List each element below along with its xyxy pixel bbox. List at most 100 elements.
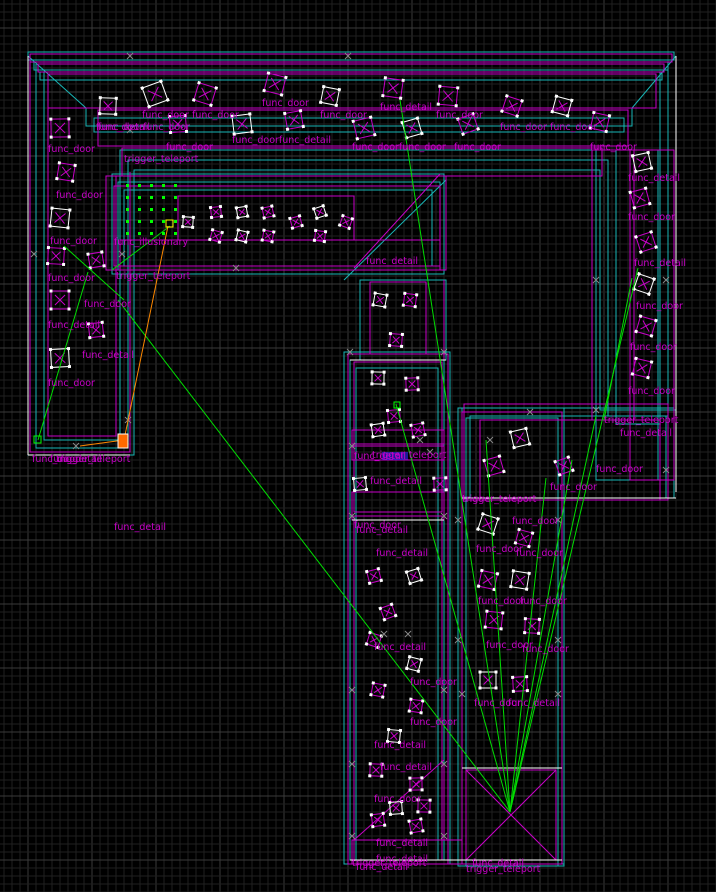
entity-label: func_door: [410, 717, 457, 728]
door-brush[interactable]: [260, 228, 276, 244]
entity-label: func_detail: [356, 525, 408, 536]
door-brush[interactable]: [407, 697, 425, 715]
teleport-dot: [126, 220, 129, 223]
entity-label: func_door: [50, 236, 97, 247]
entity-label: func_detail: [628, 173, 680, 184]
entity-label: func_door: [636, 301, 683, 312]
entity-label: func_door: [520, 596, 567, 607]
door-brush[interactable]: [208, 204, 224, 220]
entity-label: func_door: [192, 110, 239, 121]
entity-label: func_door: [320, 110, 367, 121]
entity-marker-orange: [117, 433, 129, 449]
teleport-dot: [162, 196, 165, 199]
map-canvas[interactable]: func_detail func_door func_door func_doo…: [0, 0, 716, 892]
entity-label: func_detail: [374, 642, 426, 653]
door-brush[interactable]: [369, 421, 387, 439]
entity-label: trigger_teleport: [604, 415, 679, 426]
door-brush[interactable]: [311, 203, 329, 221]
entity-label: func_door: [166, 142, 213, 153]
map-2d-viewport[interactable]: func_detail func_door func_door func_doo…: [0, 0, 716, 892]
door-brush[interactable]: [407, 817, 425, 835]
entity-label: func_door: [262, 98, 309, 109]
entity-label: func_door: [142, 110, 189, 121]
door-brush[interactable]: [46, 246, 66, 266]
entity-label: trigger_teleport: [372, 450, 447, 461]
door-brush[interactable]: [500, 94, 524, 118]
door-brush[interactable]: [378, 602, 398, 622]
entity-label: func_door: [84, 299, 131, 310]
door-brush[interactable]: [234, 228, 250, 244]
entity-label: func_detail: [380, 762, 432, 773]
door-brush[interactable]: [318, 84, 342, 108]
entity-label: func_door: [48, 378, 95, 389]
entity-label: func_door: [630, 342, 677, 353]
entity-label: func_detail: [370, 476, 422, 487]
entity-label: func_detail: [114, 522, 166, 533]
door-brush[interactable]: [351, 475, 369, 493]
door-brush[interactable]: [634, 314, 658, 338]
entity-label: func_door: [48, 144, 95, 155]
door-brush[interactable]: [508, 426, 532, 450]
teleport-dot: [162, 208, 165, 211]
teleport-dot: [162, 220, 165, 223]
entity-label: func_detail: [380, 102, 432, 113]
door-brush[interactable]: [628, 186, 652, 210]
entity-label: func_detail: [508, 698, 560, 709]
door-brush[interactable]: [404, 566, 424, 586]
door-brush[interactable]: [387, 331, 405, 349]
entity-label: func_door: [550, 122, 597, 133]
entity-label: func_door: [436, 110, 483, 121]
entity-label: func_door: [48, 273, 95, 284]
teleport-dot: [162, 184, 165, 187]
door-brush[interactable]: [478, 670, 498, 690]
door-brush[interactable]: [234, 204, 250, 220]
door-brush[interactable]: [369, 811, 387, 829]
door-brush[interactable]: [181, 215, 195, 229]
entity-label: func_door: [596, 464, 643, 475]
entity-label: func_door: [550, 482, 597, 493]
door-brush[interactable]: [370, 370, 386, 386]
entity-label: func_doorfunc_detail: [232, 135, 331, 146]
entity-label: func_door: [454, 142, 501, 153]
teleport-dot: [126, 184, 129, 187]
entity-label: func_door: [374, 794, 421, 805]
teleport-dot: [126, 232, 129, 235]
door-brush[interactable]: [86, 250, 106, 270]
teleport-dot: [126, 196, 129, 199]
teleport-dot: [126, 208, 129, 211]
entity-label: func_door: [628, 212, 675, 223]
door-brush[interactable]: [550, 94, 574, 118]
teleport-dot: [138, 232, 141, 235]
door-brush[interactable]: [207, 227, 225, 245]
door-brush[interactable]: [436, 84, 460, 108]
entity-label: func_detail: [82, 350, 134, 361]
entity-label: trigger_teleport: [56, 454, 131, 465]
teleport-dot: [150, 220, 153, 223]
entity-marker-green: [33, 435, 42, 444]
entity-label: func_detail: [634, 258, 686, 269]
entity-label: func_door: [56, 190, 103, 201]
door-brush[interactable]: [482, 454, 506, 478]
entity-label: func_detail: [376, 548, 428, 559]
door-brush[interactable]: [401, 291, 419, 309]
door-brush[interactable]: [260, 204, 276, 220]
entity-label: func_illusionary: [114, 237, 188, 248]
entity-label: func_door: [516, 548, 563, 559]
door-brush[interactable]: [634, 230, 658, 254]
door-brush[interactable]: [369, 681, 387, 699]
entity-label: trigger_teleport: [466, 864, 541, 875]
entity-label: trigger_teleport: [462, 494, 537, 505]
teleport-dot: [138, 220, 141, 223]
entity-label: func_detail: [374, 740, 426, 751]
teleport-dot: [174, 220, 177, 223]
door-brush[interactable]: [312, 228, 328, 244]
teleport-dot: [138, 196, 141, 199]
door-brush[interactable]: [282, 108, 306, 132]
teleport-dot: [138, 184, 141, 187]
door-brush[interactable]: [408, 776, 424, 792]
entity-label: func_detail: [366, 256, 418, 267]
door-brush[interactable]: [409, 421, 427, 439]
entity-label: func_door: [590, 142, 637, 153]
entity-label: func_detail: [376, 838, 428, 849]
door-brush[interactable]: [371, 291, 389, 309]
